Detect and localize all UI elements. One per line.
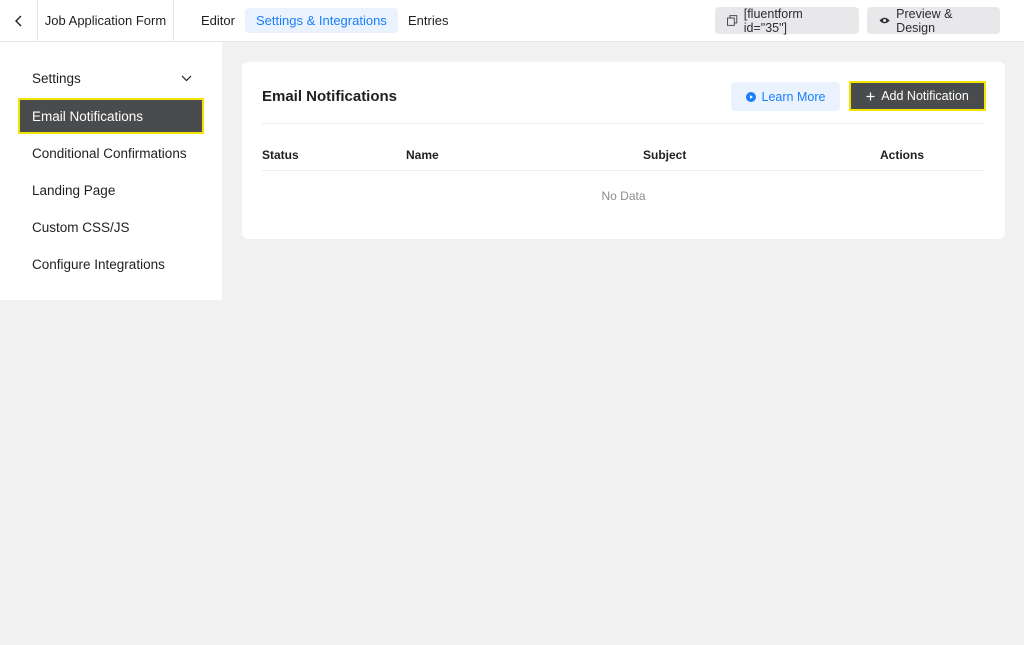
- shortcode-label: [fluentform id="35"]: [743, 6, 803, 35]
- sidebar-item-email-notifications[interactable]: Email Notifications: [18, 98, 204, 134]
- shortcode-copy-button[interactable]: [fluentform id="35"]: [715, 6, 859, 35]
- top-bar: Job Application Form Editor Settings & I…: [0, 0, 1024, 42]
- chevron-left-icon: [14, 15, 21, 26]
- email-notifications-card: Email Notifications Learn More Add Notif…: [242, 62, 1005, 239]
- sidebar-item-label: Email Notifications: [32, 108, 144, 124]
- sidebar-item-label: Conditional Confirmations: [32, 145, 187, 161]
- add-notification-button[interactable]: Add Notification: [849, 81, 986, 111]
- back-button[interactable]: [0, 0, 38, 41]
- empty-table-message: No Data: [601, 189, 646, 203]
- form-title: Job Application Form: [38, 0, 174, 41]
- page-title: Email Notifications: [262, 88, 398, 105]
- sidebar-item-landing-page[interactable]: Landing Page: [18, 172, 204, 208]
- sidebar-item-conditional-confirmations[interactable]: Conditional Confirmations: [18, 135, 204, 171]
- divider: [262, 123, 985, 124]
- chevron-down-icon: [181, 75, 192, 81]
- tab-editor[interactable]: Editor: [190, 8, 246, 33]
- sidebar-item-custom-css-js[interactable]: Custom CSS/JS: [18, 209, 204, 245]
- column-header-subject: Subject: [643, 148, 687, 162]
- sidebar-item-label: Landing Page: [32, 182, 116, 198]
- play-circle-icon: [745, 91, 756, 102]
- add-notification-label: Add Notification: [881, 89, 969, 103]
- tab-entries[interactable]: Entries: [397, 8, 459, 33]
- learn-more-button[interactable]: Learn More: [731, 82, 840, 111]
- preview-label: Preview & Design: [896, 6, 953, 35]
- divider: [262, 170, 985, 171]
- eye-icon: [879, 17, 890, 24]
- column-header-status: Status: [262, 148, 299, 162]
- plus-icon: [866, 92, 875, 100]
- sidebar-item-label: Configure Integrations: [32, 256, 165, 272]
- sidebar-item-configure-integrations[interactable]: Configure Integrations: [18, 246, 204, 282]
- sidebar-item-label: Custom CSS/JS: [32, 219, 130, 235]
- sidebar-item-settings[interactable]: Settings: [18, 60, 204, 96]
- column-header-name: Name: [406, 148, 439, 162]
- column-header-actions: Actions: [880, 148, 925, 162]
- tab-settings-integrations[interactable]: Settings & Integrations: [245, 8, 398, 33]
- preview-design-button[interactable]: Preview & Design: [867, 6, 1000, 35]
- settings-sidebar: Settings Email Notifications Conditional…: [0, 42, 222, 300]
- learn-more-label: Learn More: [761, 89, 826, 104]
- copy-icon: [727, 15, 738, 26]
- sidebar-item-label: Settings: [32, 70, 81, 86]
